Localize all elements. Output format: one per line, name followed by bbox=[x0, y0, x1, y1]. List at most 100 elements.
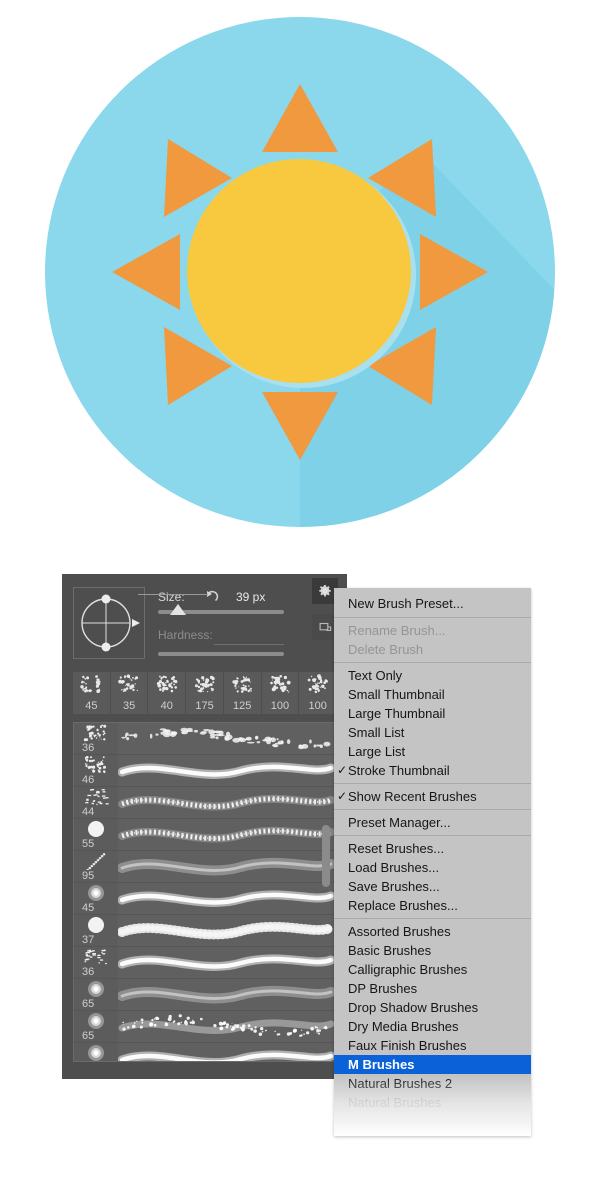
reset-arrow-icon[interactable] bbox=[204, 589, 220, 610]
recent-brush-cell[interactable]: 175 bbox=[186, 672, 224, 714]
menu-item-label: Natural Brushes 2 bbox=[348, 1076, 452, 1091]
hardness-slider-track[interactable] bbox=[158, 652, 284, 656]
menu-item[interactable]: New Brush Preset... bbox=[334, 592, 531, 614]
menu-item[interactable]: Small Thumbnail bbox=[334, 685, 531, 704]
brush-list-row[interactable]: 55 bbox=[74, 819, 335, 851]
brush-list-scrollbar[interactable] bbox=[321, 727, 331, 1059]
size-slider-thumb[interactable] bbox=[170, 604, 186, 615]
menu-item-label: Load Brushes... bbox=[348, 860, 439, 875]
menu-item[interactable]: Drop Shadow Brushes bbox=[334, 998, 531, 1017]
brush-list-row[interactable]: 45 bbox=[74, 1043, 335, 1062]
brush-size-label: 95 bbox=[82, 871, 94, 882]
brush-stroke-cell[interactable] bbox=[118, 723, 335, 754]
brush-tile[interactable]: 45 bbox=[74, 1043, 118, 1062]
brush-tip-icon bbox=[82, 852, 110, 870]
menu-item-label: Dry Media Brushes bbox=[348, 1019, 459, 1034]
menu-item-label: Reset Brushes... bbox=[348, 841, 444, 856]
menu-item[interactable]: Replace Brushes... bbox=[334, 896, 531, 915]
menu-item-label: Round Brushes with Size bbox=[348, 1114, 493, 1129]
menu-item[interactable]: Assorted Brushes bbox=[334, 922, 531, 941]
brush-panel-context-menu[interactable]: New Brush Preset... Rename Brush... Delete… bbox=[334, 588, 531, 1136]
recent-brush-cell[interactable]: 35 bbox=[111, 672, 149, 714]
menu-item[interactable]: Text Only bbox=[334, 666, 531, 685]
menu-item[interactable]: Small List bbox=[334, 723, 531, 742]
brush-tile[interactable]: 36 bbox=[74, 947, 118, 978]
context-menu-clip: New Brush Preset... Rename Brush... Delete… bbox=[334, 588, 531, 1136]
size-value[interactable]: 39 px bbox=[236, 590, 265, 604]
menu-item[interactable]: Round Brushes with Size bbox=[334, 1112, 531, 1131]
brush-tip-icon bbox=[82, 820, 110, 838]
menu-item[interactable]: Dry Media Brushes bbox=[334, 1017, 531, 1036]
recent-brush-cell[interactable]: 125 bbox=[224, 672, 262, 714]
brush-list-row[interactable]: 37 bbox=[74, 915, 335, 947]
menu-item[interactable]: Natural Brushes 2 bbox=[334, 1074, 531, 1093]
menu-separator bbox=[334, 662, 531, 663]
brush-tip-icon bbox=[82, 788, 110, 806]
brush-stroke-cell[interactable] bbox=[118, 1011, 335, 1042]
menu-item[interactable]: Save Brushes... bbox=[334, 877, 531, 896]
brush-stroke-cell[interactable] bbox=[118, 979, 335, 1010]
menu-item[interactable]: DP Brushes bbox=[334, 979, 531, 998]
brush-stroke-cell[interactable] bbox=[118, 755, 335, 786]
menu-item-label: DP Brushes bbox=[348, 981, 417, 996]
brush-tile[interactable]: 55 bbox=[74, 819, 118, 850]
menu-item[interactable]: Faux Finish Brushes bbox=[334, 1036, 531, 1055]
brush-list-row[interactable]: 44 bbox=[74, 787, 335, 819]
brush-list-scroll-thumb[interactable] bbox=[322, 825, 330, 887]
menu-item-label: New Brush Preset... bbox=[348, 596, 464, 611]
menu-item[interactable]: Reset Brushes... bbox=[334, 839, 531, 858]
brush-list-row[interactable]: 65 bbox=[74, 979, 335, 1011]
brush-stroke-cell[interactable] bbox=[118, 819, 335, 850]
menu-item[interactable]: Large List bbox=[334, 742, 531, 761]
reset-arrow-glyph bbox=[204, 589, 220, 605]
menu-item-label: Stroke Thumbnail bbox=[348, 763, 450, 778]
menu-item[interactable]: ✓ Show Recent Brushes bbox=[334, 787, 531, 806]
brush-tile[interactable]: 44 bbox=[74, 787, 118, 818]
recent-brush-size: 100 bbox=[271, 700, 289, 712]
brush-shape-preview-icon bbox=[74, 588, 144, 658]
menu-item[interactable]: Preset Manager... bbox=[334, 813, 531, 832]
menu-item[interactable]: Load Brushes... bbox=[334, 858, 531, 877]
menu-item[interactable]: Basic Brushes bbox=[334, 941, 531, 960]
brush-tile[interactable]: 36 bbox=[74, 723, 118, 754]
recent-brush-thumb-icon bbox=[154, 674, 180, 696]
menu-separator bbox=[334, 835, 531, 836]
brush-stroke-cell[interactable] bbox=[118, 1043, 335, 1062]
brush-tile[interactable]: 37 bbox=[74, 915, 118, 946]
menu-item-label: Large List bbox=[348, 744, 405, 759]
brush-list-row[interactable]: 36 bbox=[74, 947, 335, 979]
brush-list-row[interactable]: 45 bbox=[74, 883, 335, 915]
brush-stroke-cell[interactable] bbox=[118, 947, 335, 978]
menu-item[interactable]: Calligraphic Brushes bbox=[334, 960, 531, 979]
menu-item-label: M Brushes bbox=[348, 1057, 414, 1072]
size-label: Size: bbox=[158, 590, 185, 604]
recent-brush-cell[interactable]: 100 bbox=[299, 672, 336, 714]
brush-tile[interactable]: 65 bbox=[74, 979, 118, 1010]
brush-list-row[interactable]: 95 bbox=[74, 851, 335, 883]
menu-item[interactable]: Large Thumbnail bbox=[334, 704, 531, 723]
menu-item[interactable]: Natural Brushes bbox=[334, 1093, 531, 1112]
brush-list-row[interactable]: 36 bbox=[74, 723, 335, 755]
brush-tip-icon bbox=[82, 1044, 110, 1062]
menu-item[interactable]: M Brushes bbox=[334, 1055, 531, 1074]
menu-item[interactable]: ✓ Stroke Thumbnail bbox=[334, 761, 531, 780]
recent-brush-cell[interactable]: 40 bbox=[148, 672, 186, 714]
brush-preset-list[interactable]: 3646445595453736656545 bbox=[73, 722, 336, 1062]
brush-tile[interactable]: 65 bbox=[74, 1011, 118, 1042]
brush-list-row[interactable]: 46 bbox=[74, 755, 335, 787]
brush-list-row[interactable]: 65 bbox=[74, 1011, 335, 1043]
brush-tile[interactable]: 95 bbox=[74, 851, 118, 882]
brush-stroke-preview bbox=[118, 851, 335, 882]
brush-stroke-cell[interactable] bbox=[118, 883, 335, 914]
menu-item: Delete Brush bbox=[334, 640, 531, 659]
brush-stroke-cell[interactable] bbox=[118, 851, 335, 882]
recent-brush-cell[interactable]: 45 bbox=[73, 672, 111, 714]
brush-tile[interactable]: 46 bbox=[74, 755, 118, 786]
brush-stroke-cell[interactable] bbox=[118, 915, 335, 946]
brush-shape-preview[interactable] bbox=[73, 587, 145, 659]
brush-stroke-cell[interactable] bbox=[118, 787, 335, 818]
brush-tile[interactable]: 45 bbox=[74, 883, 118, 914]
brush-tip-icon bbox=[82, 724, 110, 742]
recent-brush-cell[interactable]: 100 bbox=[262, 672, 300, 714]
brush-size-label: 37 bbox=[82, 935, 94, 946]
